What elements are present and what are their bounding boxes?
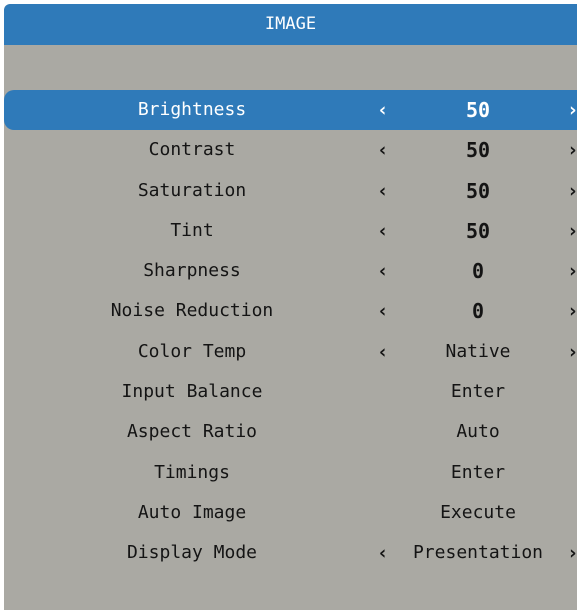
increase-arrow-icon[interactable]: ›	[567, 90, 577, 130]
setting-label-sharpness: Sharpness	[143, 260, 241, 282]
increase-arrow-icon[interactable]: ›	[567, 171, 577, 211]
setting-row-tint[interactable]: Tint ‹ 50 ›	[4, 211, 577, 251]
setting-value-color-temp[interactable]: Native	[400, 332, 556, 372]
setting-value-noise-reduction[interactable]: 0	[400, 291, 556, 331]
setting-label-color-temp: Color Temp	[137, 340, 247, 362]
setting-value-brightness[interactable]: 50	[400, 90, 556, 130]
setting-row-auto-image[interactable]: Auto Image Execute	[4, 493, 577, 533]
setting-label-saturation: Saturation	[137, 179, 247, 201]
setting-label-noise-reduction: Noise Reduction	[110, 300, 274, 322]
increase-arrow-icon[interactable]: ›	[567, 291, 577, 331]
increase-arrow-icon[interactable]: ›	[567, 211, 577, 251]
decrease-arrow-icon[interactable]: ‹	[377, 130, 388, 170]
increase-arrow-icon[interactable]: ›	[567, 251, 577, 291]
setting-row-contrast[interactable]: Contrast ‹ 50 ›	[4, 130, 577, 170]
decrease-arrow-icon[interactable]: ‹	[377, 533, 388, 573]
setting-value-aspect-ratio[interactable]: Auto	[400, 412, 556, 452]
increase-arrow-icon[interactable]: ›	[567, 332, 577, 372]
setting-row-aspect-ratio[interactable]: Aspect Ratio Auto	[4, 412, 577, 452]
decrease-arrow-icon[interactable]: ‹	[377, 171, 388, 211]
setting-value-display-mode[interactable]: Presentation	[400, 533, 556, 573]
setting-row-color-temp[interactable]: Color Temp ‹ Native ›	[4, 332, 577, 372]
setting-row-brightness[interactable]: Brightness ‹ 50 ›	[4, 90, 577, 131]
menu-title: IMAGE	[4, 4, 577, 45]
setting-row-sharpness[interactable]: Sharpness ‹ 0 ›	[4, 251, 577, 291]
settings-list: Brightness ‹ 50 › Contrast ‹ 50 › Saturation ‹ 50 ›…	[4, 90, 577, 574]
setting-label-aspect-ratio: Aspect Ratio	[126, 421, 258, 443]
increase-arrow-icon[interactable]: ›	[567, 533, 577, 573]
setting-label-auto-image: Auto Image	[137, 501, 247, 523]
setting-row-input-balance[interactable]: Input Balance Enter	[4, 372, 577, 412]
setting-label-brightness: Brightness	[137, 99, 247, 120]
setting-value-saturation[interactable]: 50	[400, 171, 556, 211]
setting-value-input-balance[interactable]: Enter	[400, 372, 556, 412]
setting-row-timings[interactable]: Timings Enter	[4, 453, 577, 493]
image-osd-menu: IMAGE Brightness‹50›Contrast‹50›Saturati…	[4, 4, 577, 610]
setting-label-display-mode: Display Mode	[126, 542, 258, 564]
decrease-arrow-icon[interactable]: ‹	[377, 332, 388, 372]
decrease-arrow-icon[interactable]: ‹	[377, 211, 388, 251]
setting-label-tint: Tint	[170, 219, 214, 241]
setting-value-timings[interactable]: Enter	[400, 453, 556, 493]
increase-arrow-icon[interactable]: ›	[567, 130, 577, 170]
setting-value-auto-image[interactable]: Execute	[400, 493, 556, 533]
decrease-arrow-icon[interactable]: ‹	[377, 251, 388, 291]
setting-label-input-balance: Input Balance	[121, 381, 263, 403]
setting-value-contrast[interactable]: 50	[400, 130, 556, 170]
setting-row-noise-reduction[interactable]: Noise Reduction ‹ 0 ›	[4, 291, 577, 331]
setting-label-contrast: Contrast	[148, 139, 236, 161]
setting-row-display-mode[interactable]: Display Mode ‹ Presentation ›	[4, 533, 577, 573]
setting-row-saturation[interactable]: Saturation ‹ 50 ›	[4, 171, 577, 211]
setting-value-sharpness[interactable]: 0	[400, 251, 556, 291]
setting-label-timings: Timings	[154, 461, 230, 483]
decrease-arrow-icon[interactable]: ‹	[377, 90, 388, 130]
setting-value-tint[interactable]: 50	[400, 211, 556, 251]
decrease-arrow-icon[interactable]: ‹	[377, 291, 388, 331]
